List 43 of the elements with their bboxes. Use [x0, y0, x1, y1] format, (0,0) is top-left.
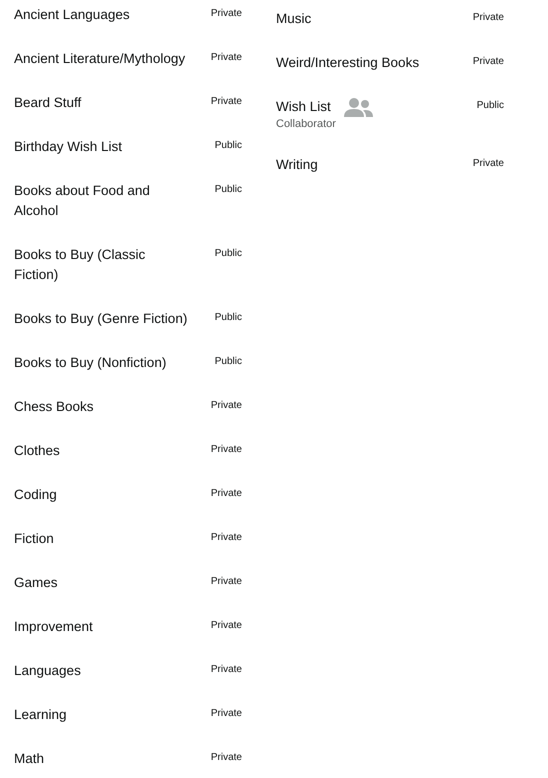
privacy-label: Private	[210, 707, 242, 721]
list-name-link[interactable]: Learning	[14, 705, 67, 725]
list-name-link[interactable]: Wish List	[276, 97, 331, 117]
list-name-link[interactable]: Weird/Interesting Books	[276, 53, 420, 73]
list-name-link[interactable]: Ancient Languages	[14, 5, 130, 25]
privacy-label: Public	[476, 99, 504, 113]
privacy-label: Public	[214, 183, 242, 197]
privacy-label: Private	[472, 55, 504, 69]
privacy-label: Private	[210, 443, 242, 457]
privacy-label: Public	[214, 311, 242, 325]
list-name-link[interactable]: Ancient Literature/Mythology	[14, 49, 186, 69]
privacy-label: Private	[210, 399, 242, 413]
list-name-link[interactable]: Beard Stuff	[14, 93, 82, 113]
list-name-link[interactable]: Math	[14, 749, 44, 769]
list-name-link[interactable]: Games	[14, 573, 58, 593]
privacy-label: Public	[214, 247, 242, 261]
list-name-link[interactable]: Books to Buy (Genre Fiction)	[14, 309, 188, 329]
list-name-link[interactable]: Coding	[14, 485, 57, 505]
list-name-link[interactable]: Chess Books	[14, 397, 94, 417]
privacy-label: Public	[214, 139, 242, 153]
privacy-label: Private	[472, 11, 504, 25]
privacy-label: Private	[210, 95, 242, 109]
list-name-link[interactable]: Clothes	[14, 441, 60, 461]
list-name-link[interactable]: Writing	[276, 155, 318, 175]
privacy-label: Private	[210, 487, 242, 501]
list-name-link[interactable]: Books to Buy (Classic Fiction)	[14, 245, 190, 285]
list-name-link[interactable]: Books about Food and Alcohol	[14, 181, 190, 221]
privacy-label: Private	[210, 51, 242, 65]
privacy-label: Private	[210, 619, 242, 633]
list-name-link[interactable]: Languages	[14, 661, 81, 681]
privacy-label: Private	[210, 7, 242, 21]
privacy-label: Private	[210, 663, 242, 677]
list-name-link[interactable]: Fiction	[14, 529, 54, 549]
privacy-label: Private	[472, 157, 504, 171]
privacy-label: Private	[210, 751, 242, 765]
list-name-link[interactable]: Birthday Wish List	[14, 137, 122, 157]
privacy-label: Private	[210, 575, 242, 589]
privacy-label: Private	[210, 531, 242, 545]
list-name-link[interactable]: Music	[276, 9, 312, 29]
privacy-label: Public	[214, 355, 242, 369]
list-name-link[interactable]: Improvement	[14, 617, 93, 637]
list-name-link[interactable]: Books to Buy (Nonfiction)	[14, 353, 166, 373]
role-label: Collaborator	[276, 117, 337, 131]
